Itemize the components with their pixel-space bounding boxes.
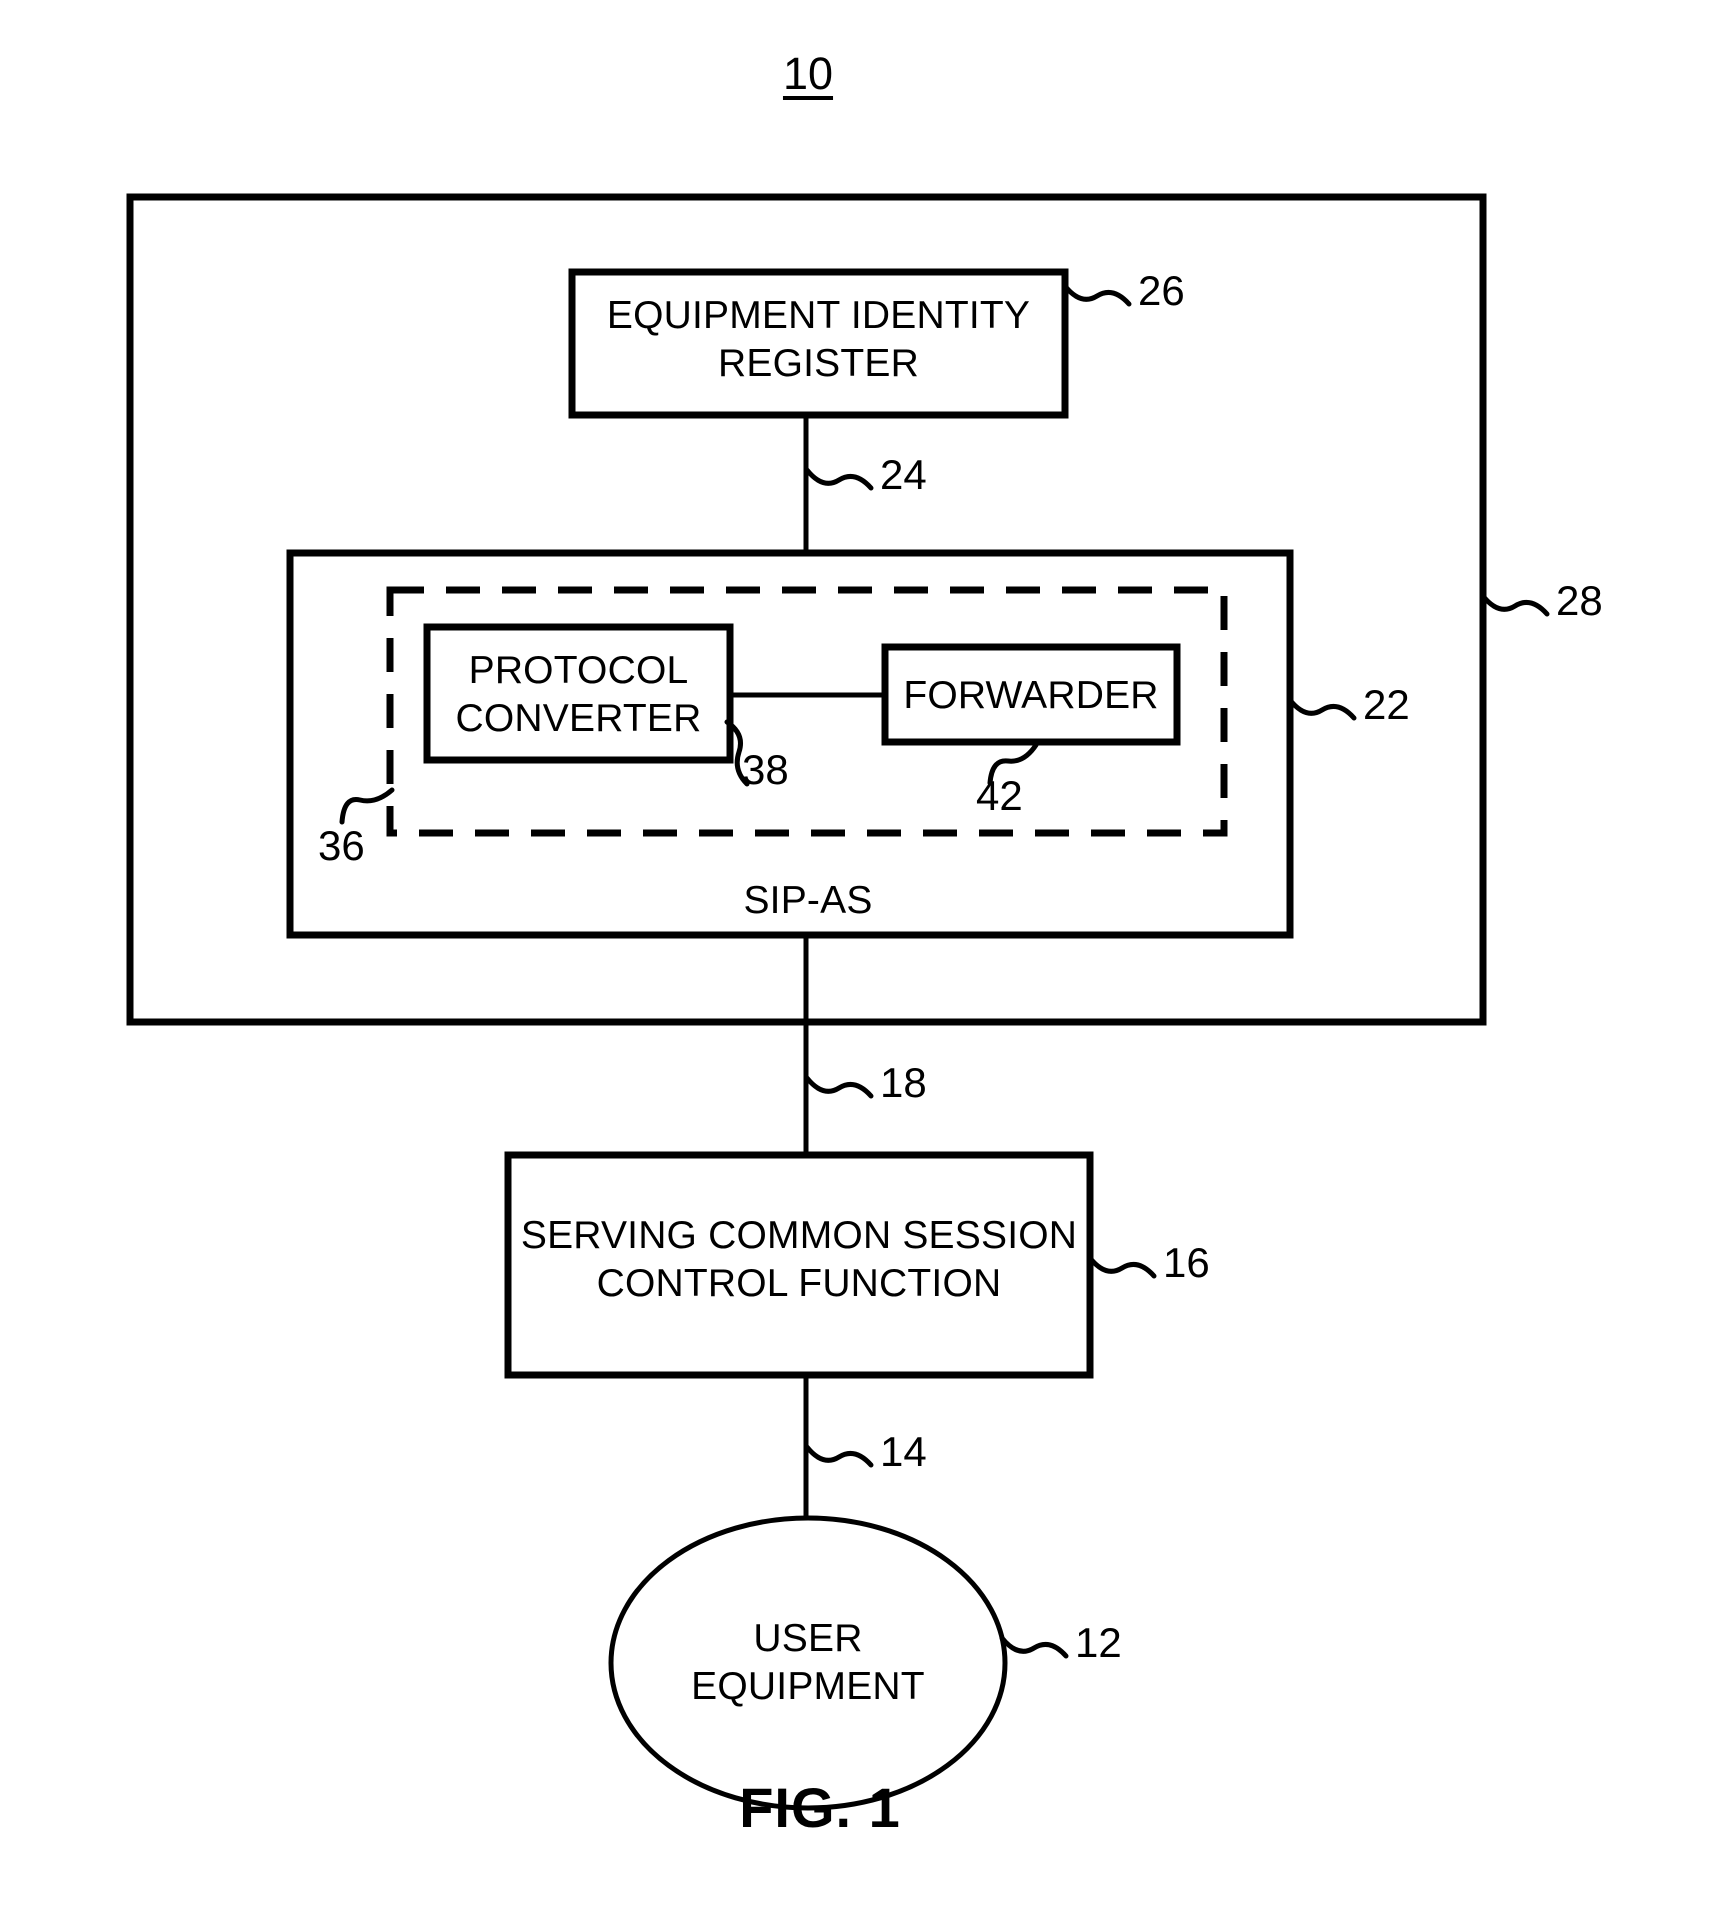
- lead-line-18: [804, 1075, 874, 1099]
- lead-line-36: [339, 787, 395, 825]
- lead-line-14: [804, 1444, 874, 1468]
- lead-line-24: [804, 467, 874, 491]
- lead-line-12: [999, 1635, 1069, 1659]
- figure-caption: FIG. 1: [739, 1776, 901, 1839]
- reference-numeral-26: 26: [1138, 267, 1185, 314]
- user-equipment-label: USER EQUIPMENT: [691, 1617, 925, 1708]
- reference-numeral-22: 22: [1363, 681, 1410, 728]
- reference-lead-lines: [339, 283, 1550, 1659]
- protocol-converter-label: PROTOCOL CONVERTER: [455, 649, 702, 740]
- reference-numeral-42: 42: [976, 772, 1023, 819]
- lead-line-28: [1480, 593, 1550, 617]
- lead-line-16: [1087, 1255, 1157, 1279]
- equipment-identity-register-label: EQUIPMENT IDENTITY REGISTER: [606, 294, 1031, 385]
- reference-numeral-12: 12: [1075, 1619, 1122, 1666]
- reference-numeral-14: 14: [880, 1428, 927, 1475]
- lead-line-22: [1287, 697, 1357, 721]
- reference-numeral-36: 36: [318, 822, 365, 869]
- forwarder-label: FORWARDER: [903, 674, 1159, 717]
- reference-numeral-38: 38: [742, 746, 789, 793]
- reference-numeral-28: 28: [1556, 577, 1603, 624]
- reference-numeral-16: 16: [1163, 1239, 1210, 1286]
- sip-as-label: SIP-AS: [743, 879, 873, 922]
- reference-numeral-24: 24: [880, 451, 927, 498]
- system-reference-number: 10: [782, 48, 834, 99]
- serving-cscf-label: SERVING COMMON SESSION CONTROL FUNCTION: [520, 1214, 1078, 1305]
- reference-numeral-18: 18: [880, 1059, 927, 1106]
- patent-figure: 10 EQUIPMENT IDENTITY REGISTER PROTOCOL …: [0, 0, 1715, 1907]
- lead-line-26: [1062, 283, 1132, 307]
